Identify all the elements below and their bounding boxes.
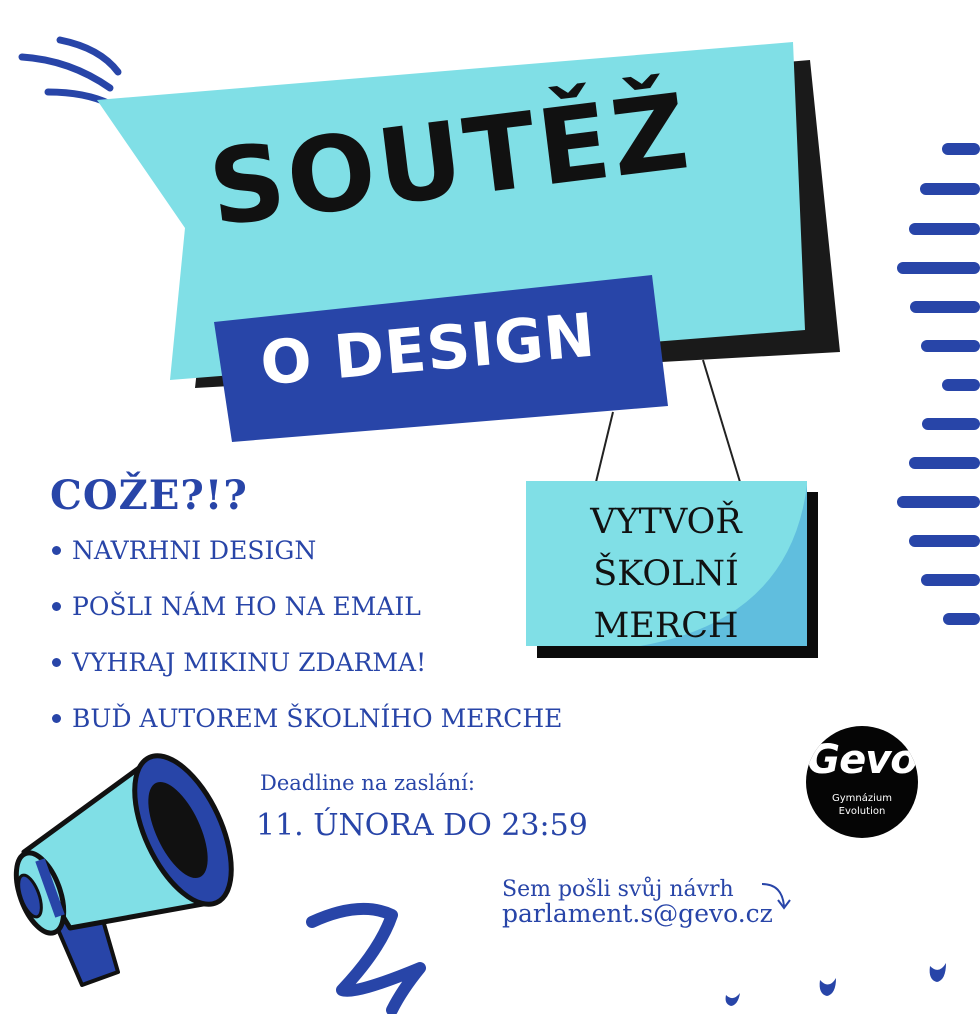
list-item: NAVRHNI DESIGN (52, 533, 562, 589)
info-heading: COŽE?!? (50, 472, 248, 519)
list-item: POŠLI NÁM HO NA EMAIL (52, 589, 562, 645)
list-item: VYHRAJ MIKINU ZDARMA! (52, 645, 562, 701)
list-item-label: VYHRAJ MIKINU ZDARMA! (72, 648, 427, 677)
list-item-label: NAVRHNI DESIGN (72, 536, 317, 565)
bullet-icon (52, 546, 61, 555)
sign-line: VYTVOŘ (590, 502, 742, 542)
list-item: BUĎ AUTOREM ŠKOLNÍHO MERCHE (52, 701, 562, 757)
bullet-icon (52, 658, 61, 667)
logo-subtitle: Gymnázium Evolution (806, 792, 918, 818)
drops (725, 963, 946, 1006)
scribble (306, 902, 426, 1014)
logo-line: Evolution (838, 806, 886, 817)
deadline-label: Deadline na zaslání: (260, 771, 475, 795)
contact-email[interactable]: parlament.s@gevo.cz (502, 899, 773, 928)
logo-wordmark: Gevo (807, 737, 918, 783)
sign-line: MERCH (593, 606, 739, 646)
megaphone-icon (13, 753, 234, 987)
deadline-value: 11. ÚNORA DO 23:59 (256, 808, 588, 843)
sign-label: VYTVOŘ ŠKOLNÍ MERCH (526, 496, 806, 652)
school-logo: Gevo Gymnázium Evolution (806, 726, 918, 838)
sign-line: ŠKOLNÍ (593, 554, 739, 594)
sparkle-lines-icon (18, 36, 122, 108)
stripe-pattern (897, 143, 980, 625)
logo-line: Gymnázium (832, 793, 892, 804)
bullet-icon (52, 602, 61, 611)
bullet-list: NAVRHNI DESIGN POŠLI NÁM HO NA EMAIL VYH… (52, 533, 562, 757)
bullet-icon (52, 714, 61, 723)
list-item-label: BUĎ AUTOREM ŠKOLNÍHO MERCHE (72, 704, 563, 733)
list-item-label: POŠLI NÁM HO NA EMAIL (72, 592, 421, 621)
